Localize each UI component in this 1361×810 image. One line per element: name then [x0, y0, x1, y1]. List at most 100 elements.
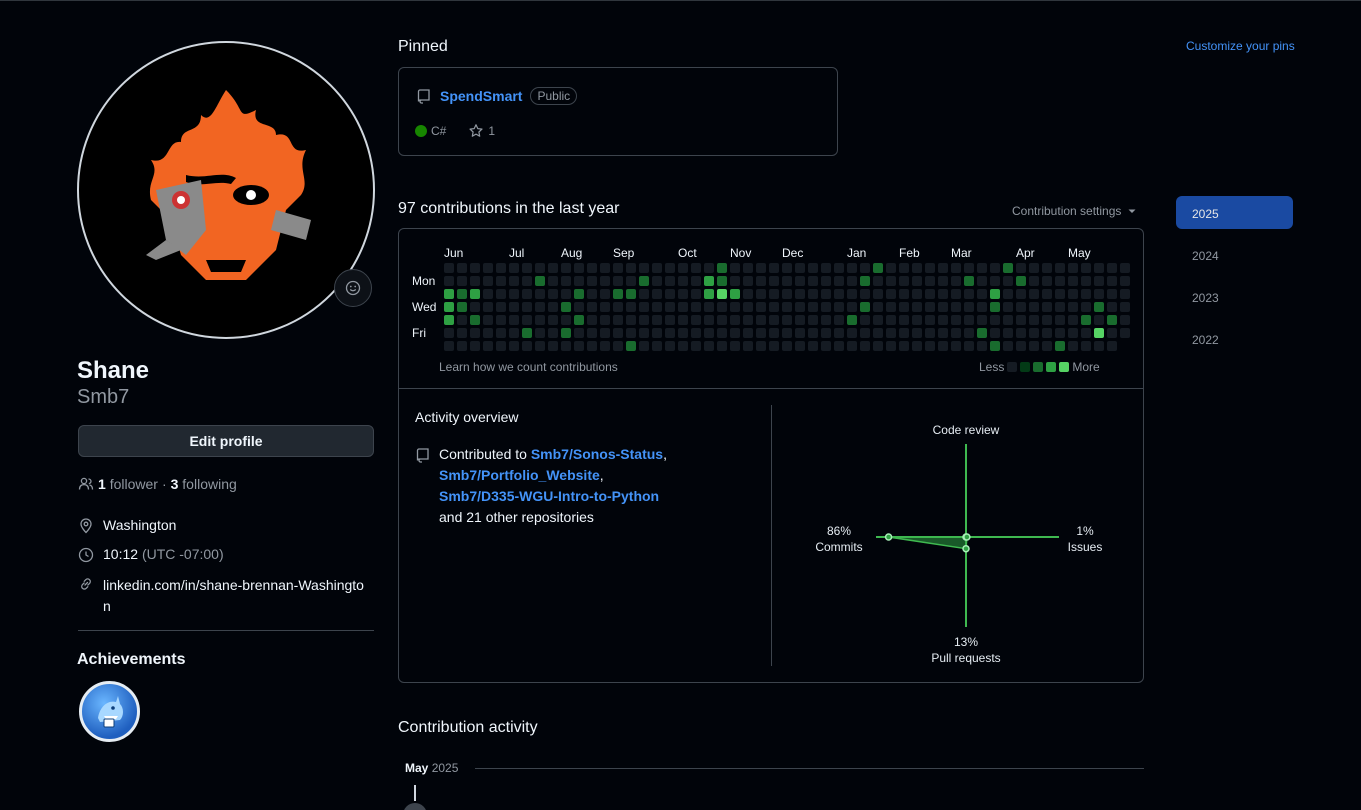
contribution-day[interactable]	[756, 315, 766, 325]
contribution-day[interactable]	[951, 315, 961, 325]
contribution-day[interactable]	[1107, 263, 1117, 273]
contribution-day[interactable]	[717, 263, 727, 273]
contribution-day[interactable]	[808, 341, 818, 351]
contribution-day[interactable]	[457, 341, 467, 351]
contribution-day[interactable]	[964, 276, 974, 286]
contribution-day[interactable]	[665, 328, 675, 338]
contribution-day[interactable]	[860, 302, 870, 312]
contribution-day[interactable]	[678, 263, 688, 273]
contribution-day[interactable]	[951, 289, 961, 299]
repo-link[interactable]: Smb7/Portfolio_Website	[439, 467, 600, 483]
contribution-day[interactable]	[509, 341, 519, 351]
contribution-day[interactable]	[509, 289, 519, 299]
contribution-day[interactable]	[938, 289, 948, 299]
contribution-day[interactable]	[743, 341, 753, 351]
contribution-day[interactable]	[782, 341, 792, 351]
contribution-day[interactable]	[1016, 289, 1026, 299]
contribution-day[interactable]	[522, 289, 532, 299]
contribution-day[interactable]	[847, 328, 857, 338]
star-icon[interactable]	[468, 123, 484, 139]
contribution-day[interactable]	[600, 302, 610, 312]
edit-profile-button[interactable]: Edit profile	[78, 425, 374, 457]
contribution-day[interactable]	[1120, 289, 1130, 299]
contribution-day[interactable]	[1003, 289, 1013, 299]
contribution-day[interactable]	[1068, 341, 1078, 351]
contribution-day[interactable]	[496, 263, 506, 273]
contribution-day[interactable]	[847, 315, 857, 325]
contribution-day[interactable]	[678, 328, 688, 338]
contribution-day[interactable]	[600, 315, 610, 325]
contribution-day[interactable]	[496, 315, 506, 325]
contribution-day[interactable]	[535, 276, 545, 286]
contribution-day[interactable]	[795, 315, 805, 325]
contribution-day[interactable]	[925, 289, 935, 299]
contribution-day[interactable]	[1120, 276, 1130, 286]
contribution-day[interactable]	[496, 276, 506, 286]
contribution-day[interactable]	[951, 302, 961, 312]
contribution-day[interactable]	[808, 263, 818, 273]
contribution-day[interactable]	[860, 341, 870, 351]
contribution-day[interactable]	[600, 276, 610, 286]
contribution-day[interactable]	[860, 328, 870, 338]
contribution-day[interactable]	[1081, 315, 1091, 325]
contribution-day[interactable]	[782, 289, 792, 299]
contribution-day[interactable]	[1081, 328, 1091, 338]
contribution-day[interactable]	[912, 276, 922, 286]
contribution-day[interactable]	[1107, 341, 1117, 351]
contribution-day[interactable]	[821, 302, 831, 312]
repo-link[interactable]: Smb7/D335-WGU-Intro-to-Python	[439, 488, 659, 504]
year-2022-button[interactable]: 2022	[1176, 322, 1293, 355]
contribution-day[interactable]	[730, 328, 740, 338]
pinned-repo-name[interactable]: SpendSmart	[440, 88, 522, 104]
contribution-day[interactable]	[808, 276, 818, 286]
contribution-day[interactable]	[704, 315, 714, 325]
contribution-day[interactable]	[613, 263, 623, 273]
contribution-day[interactable]	[912, 289, 922, 299]
contribution-day[interactable]	[899, 263, 909, 273]
contribution-day[interactable]	[990, 328, 1000, 338]
contribution-day[interactable]	[782, 302, 792, 312]
contribution-day[interactable]	[665, 341, 675, 351]
contribution-day[interactable]	[795, 276, 805, 286]
contribution-day[interactable]	[574, 302, 584, 312]
contribution-day[interactable]	[886, 328, 896, 338]
contribution-day[interactable]	[834, 263, 844, 273]
contribution-day[interactable]	[691, 341, 701, 351]
contribution-day[interactable]	[938, 315, 948, 325]
contribution-day[interactable]	[1081, 302, 1091, 312]
contribution-day[interactable]	[756, 276, 766, 286]
contribution-day[interactable]	[977, 328, 987, 338]
contribution-day[interactable]	[1055, 289, 1065, 299]
contribution-day[interactable]	[665, 315, 675, 325]
contribution-day[interactable]	[977, 263, 987, 273]
contribution-day[interactable]	[444, 289, 454, 299]
star-count[interactable]: 1	[488, 124, 495, 138]
contribution-day[interactable]	[782, 328, 792, 338]
contribution-day[interactable]	[561, 263, 571, 273]
contribution-day[interactable]	[769, 341, 779, 351]
contribution-day[interactable]	[1055, 315, 1065, 325]
repo-link[interactable]: Smb7/Sonos-Status	[531, 446, 663, 462]
contribution-day[interactable]	[444, 328, 454, 338]
contribution-day[interactable]	[496, 302, 506, 312]
contribution-day[interactable]	[769, 289, 779, 299]
contribution-day[interactable]	[1094, 315, 1104, 325]
followers-link[interactable]: 1 follower	[98, 476, 158, 492]
contribution-day[interactable]	[1016, 315, 1026, 325]
contribution-day[interactable]	[977, 276, 987, 286]
contribution-day[interactable]	[769, 276, 779, 286]
contribution-day[interactable]	[899, 328, 909, 338]
contribution-day[interactable]	[873, 289, 883, 299]
contribution-day[interactable]	[470, 302, 480, 312]
contribution-day[interactable]	[964, 315, 974, 325]
learn-contributions-link[interactable]: Learn how we count contributions	[439, 360, 618, 374]
contribution-day[interactable]	[691, 276, 701, 286]
contribution-day[interactable]	[522, 341, 532, 351]
contribution-day[interactable]	[899, 289, 909, 299]
contribution-day[interactable]	[756, 328, 766, 338]
contribution-day[interactable]	[912, 315, 922, 325]
contribution-day[interactable]	[1003, 328, 1013, 338]
contribution-day[interactable]	[665, 263, 675, 273]
contribution-day[interactable]	[1107, 315, 1117, 325]
contribution-day[interactable]	[613, 302, 623, 312]
